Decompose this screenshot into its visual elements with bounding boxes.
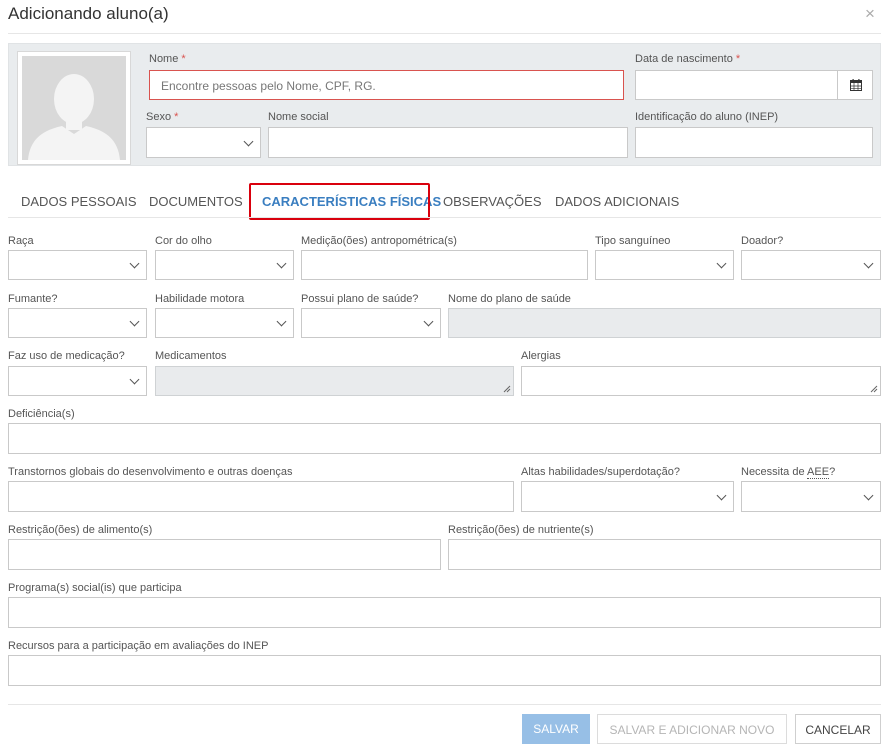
resize-handle-icon[interactable]	[870, 385, 878, 393]
avatar-placeholder-icon	[22, 56, 126, 160]
tab-dados-pessoais[interactable]: DADOS PESSOAIS	[21, 194, 137, 209]
nome-social-label: Nome social	[268, 111, 329, 123]
fumante-label: Fumante?	[8, 293, 58, 305]
chevron-down-icon	[423, 316, 434, 327]
plano-saude-label: Possui plano de saúde?	[301, 293, 419, 305]
nome-placeholder: Encontre pessoas pelo Nome, CPF, RG.	[161, 79, 376, 93]
nome-plano-input	[448, 308, 881, 338]
dialog-title: Adicionando aluno(a)	[8, 4, 169, 23]
alergias-label: Alergias	[521, 350, 561, 362]
sexo-select[interactable]	[146, 127, 261, 158]
necessita-aee-label: Necessita de AEE?	[741, 466, 836, 479]
medicamentos-label: Medicamentos	[155, 350, 227, 362]
tab-observacoes[interactable]: OBSERVAÇÕES	[443, 194, 542, 209]
active-tab-highlight	[249, 183, 430, 220]
necessita-aee-select[interactable]	[741, 481, 881, 512]
data-nascimento-label: Data de nascimento *	[635, 53, 741, 65]
nome-plano-label: Nome do plano de saúde	[448, 293, 571, 305]
nome-social-input[interactable]	[268, 127, 628, 158]
doador-label: Doador?	[741, 235, 784, 247]
altas-habilidades-select[interactable]	[521, 481, 734, 512]
tabs-divider	[8, 217, 881, 218]
chevron-down-icon	[276, 316, 287, 327]
tab-dados-adicionais[interactable]: DADOS ADICIONAIS	[555, 194, 679, 209]
transtornos-label: Transtornos globais do desenvolvimento e…	[8, 466, 293, 478]
chevron-down-icon	[716, 258, 727, 269]
inep-label: Identificação do aluno (INEP)	[635, 111, 779, 123]
chevron-down-icon	[129, 316, 140, 327]
medicamentos-textarea	[155, 366, 514, 396]
chevron-down-icon	[129, 258, 140, 269]
altas-habilidades-label: Altas habilidades/superdotação?	[521, 466, 681, 478]
chevron-down-icon	[276, 258, 287, 269]
medicoes-input[interactable]	[301, 250, 588, 280]
save-and-add-button[interactable]: SALVAR E ADICIONAR NOVO	[597, 714, 787, 744]
restricao-alimento-label: Restrição(ões) de alimento(s)	[8, 524, 153, 536]
nome-search-input[interactable]: Encontre pessoas pelo Nome, CPF, RG.	[149, 70, 624, 100]
deficiencias-input[interactable]	[8, 423, 881, 454]
programas-sociais-label: Programa(s) social(is) que participa	[8, 582, 182, 594]
recursos-inep-label: Recursos para a participação em avaliaçõ…	[8, 640, 269, 652]
calendar-icon	[850, 79, 862, 91]
chevron-down-icon	[129, 374, 140, 385]
cancel-button[interactable]: CANCELAR	[795, 714, 881, 744]
resize-handle-icon	[503, 385, 511, 393]
restricao-nutriente-input[interactable]	[448, 539, 881, 570]
cor-olho-select[interactable]	[155, 250, 294, 280]
uso-medicacao-select[interactable]	[8, 366, 147, 396]
tab-documentos[interactable]: DOCUMENTOS	[149, 194, 243, 209]
medicoes-label: Medição(ões) antropométrica(s)	[301, 235, 457, 247]
chevron-down-icon	[863, 490, 874, 500]
chevron-down-icon	[243, 136, 254, 146]
inep-input[interactable]	[635, 127, 873, 158]
tipo-sanguineo-label: Tipo sanguíneo	[595, 235, 671, 247]
restricao-alimento-input[interactable]	[8, 539, 441, 570]
save-button[interactable]: SALVAR	[522, 714, 590, 744]
tipo-sanguineo-select[interactable]	[595, 250, 734, 280]
footer-divider	[8, 704, 881, 705]
data-nascimento-input[interactable]	[635, 70, 838, 100]
recursos-inep-input[interactable]	[8, 655, 881, 686]
deficiencias-label: Deficiência(s)	[8, 408, 75, 420]
close-icon[interactable]: ×	[865, 5, 875, 23]
programas-sociais-input[interactable]	[8, 597, 881, 628]
chevron-down-icon	[716, 490, 727, 500]
aee-abbr: AEE	[807, 466, 830, 479]
raca-label: Raça	[8, 235, 34, 247]
habilidade-motora-select[interactable]	[155, 308, 294, 338]
title-divider	[8, 33, 881, 34]
uso-medicacao-label: Faz uso de medicação?	[8, 350, 125, 362]
chevron-down-icon	[863, 258, 874, 269]
fumante-select[interactable]	[8, 308, 147, 338]
habilidade-motora-label: Habilidade motora	[155, 293, 245, 305]
alergias-textarea[interactable]	[521, 366, 881, 396]
transtornos-input[interactable]	[8, 481, 514, 512]
plano-saude-select[interactable]	[301, 308, 441, 338]
raca-select[interactable]	[8, 250, 147, 280]
calendar-button[interactable]	[837, 70, 873, 100]
sexo-label: Sexo *	[146, 111, 179, 123]
nome-label: Nome *	[149, 53, 186, 65]
cor-olho-label: Cor do olho	[155, 235, 212, 247]
doador-select[interactable]	[741, 250, 881, 280]
restricao-nutriente-label: Restrição(ões) de nutriente(s)	[448, 524, 594, 536]
